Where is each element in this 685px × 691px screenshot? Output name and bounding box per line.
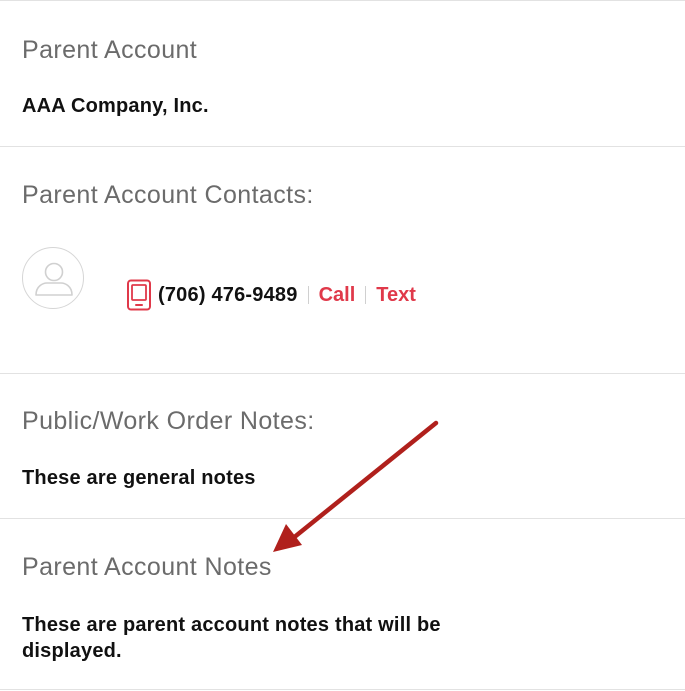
mobile-phone-icon: [126, 279, 152, 311]
public-work-order-notes-label: Public/Work Order Notes:: [22, 407, 315, 435]
user-avatar-icon: [22, 247, 84, 309]
call-link[interactable]: Call: [319, 284, 356, 307]
section-divider: [0, 518, 685, 519]
section-divider: [0, 146, 685, 147]
text-link[interactable]: Text: [376, 284, 416, 307]
contact-row: (706) 476-9489 Call Text: [126, 279, 416, 311]
parent-account-notes-label: Parent Account Notes: [22, 553, 272, 581]
bottom-divider: [0, 689, 685, 690]
parent-account-contacts-label: Parent Account Contacts:: [22, 181, 314, 209]
parent-account-label: Parent Account: [22, 36, 198, 64]
separator: [307, 286, 309, 304]
top-divider: [0, 0, 685, 1]
section-divider: [0, 373, 685, 374]
contact-phone-number: (706) 476-9489: [158, 283, 298, 306]
separator: [365, 286, 367, 304]
parent-account-value: AAA Company, Inc.: [22, 95, 209, 117]
public-work-order-notes-value: These are general notes: [22, 467, 256, 489]
parent-account-notes-value: These are parent account notes that will…: [22, 614, 441, 662]
